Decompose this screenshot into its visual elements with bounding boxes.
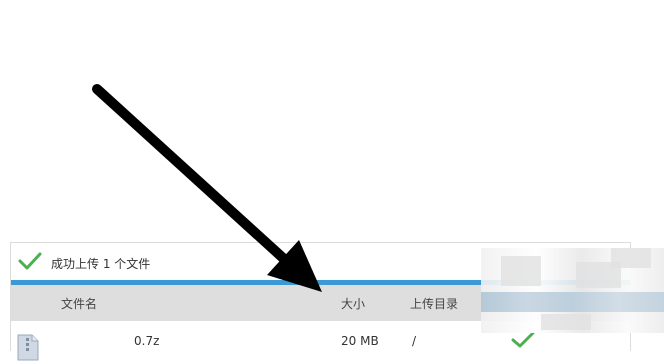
check-icon [17,251,43,275]
archive-file-icon [17,334,39,364]
column-header-size[interactable]: 大小 [341,295,365,312]
column-header-filename[interactable]: 文件名 [61,295,97,312]
file-size: 20 MB [341,334,379,348]
file-name: 0.7z [134,334,160,348]
blurred-region [481,248,664,333]
upload-complete-check-icon [511,331,535,352]
file-directory: / [412,334,417,348]
upload-status-text: 成功上传 1 个文件 [51,257,151,271]
column-header-directory[interactable]: 上传目录 [410,295,458,312]
